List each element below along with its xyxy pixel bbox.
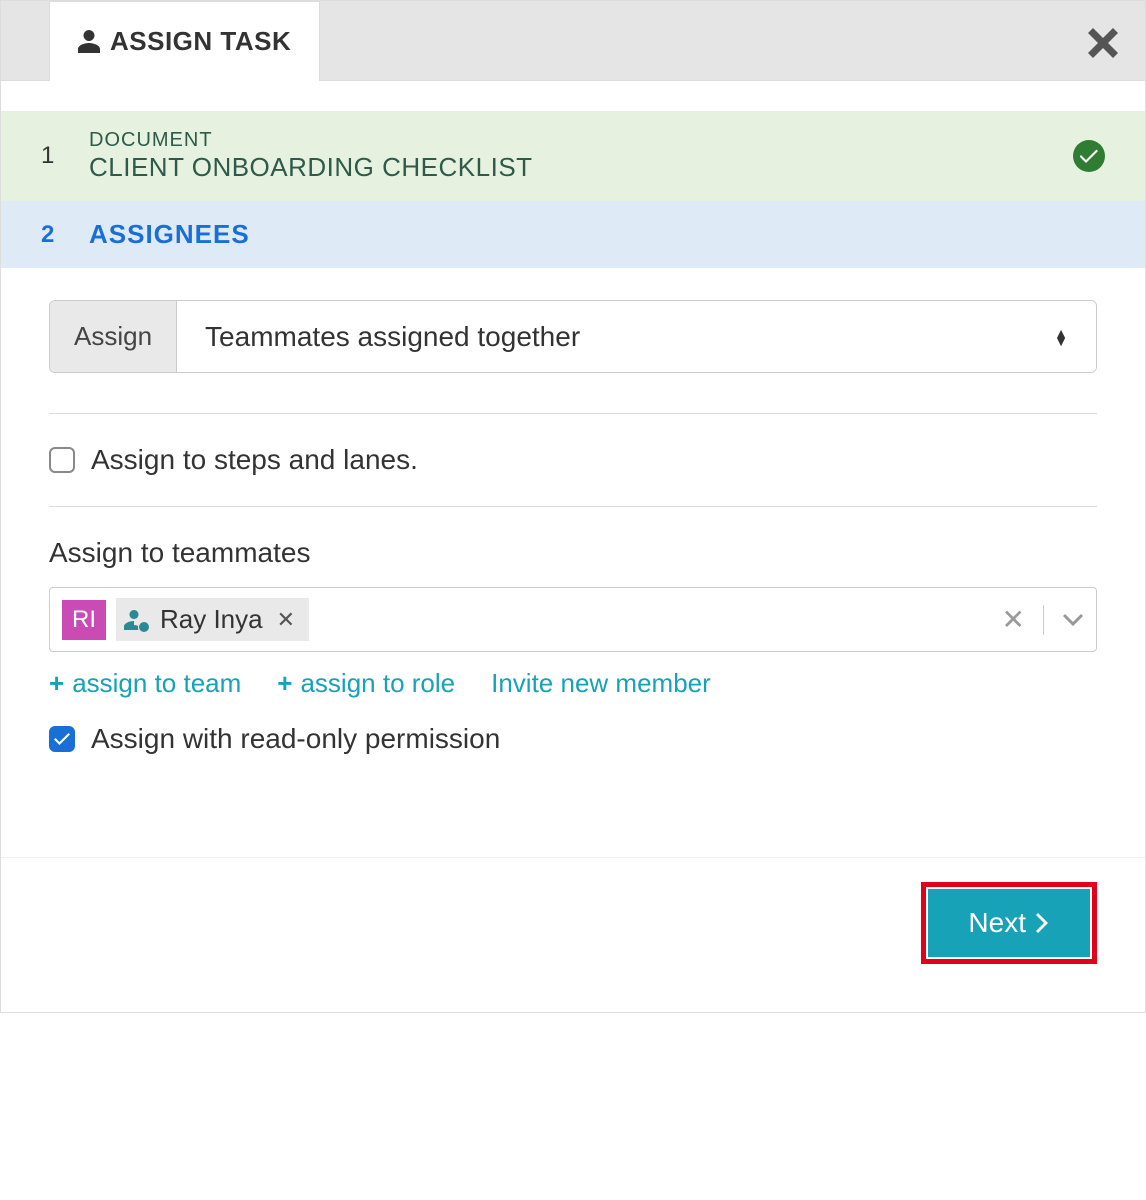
assign-teammates-label: Assign to teammates (49, 537, 1097, 569)
teammate-initials-badge: RI (62, 600, 106, 640)
check-icon (54, 733, 70, 745)
tab-assign-task[interactable]: ASSIGN TASK (49, 1, 320, 81)
assign-task-modal: ASSIGN TASK 1 DOCUMENT CLIENT ONBOARDING… (0, 0, 1146, 1013)
separator (1043, 605, 1044, 635)
select-sort-icon: ▲▼ (1054, 329, 1068, 345)
step-body: DOCUMENT CLIENT ONBOARDING CHECKLIST (89, 129, 1045, 183)
assign-mode-select[interactable]: Teammates assigned together ▲▼ (177, 301, 1096, 372)
spacer (1, 81, 1145, 111)
modal-content: Assign Teammates assigned together ▲▼ As… (1, 268, 1145, 817)
tag-input-controls: ✕ (1002, 603, 1084, 636)
teammate-chip: Ray Inya ✕ (116, 598, 309, 641)
assign-mode-row: Assign Teammates assigned together ▲▼ (49, 300, 1097, 373)
chevron-down-icon (1062, 613, 1084, 627)
modal-footer: Next (1, 857, 1145, 1012)
step-body: ASSIGNEES (89, 219, 1105, 250)
assign-label: Assign (50, 301, 177, 372)
step-complete-badge (1073, 140, 1105, 172)
chip-remove-button[interactable]: ✕ (277, 607, 295, 633)
assign-steps-lanes-row: Assign to steps and lanes. (49, 444, 1097, 476)
step-assignees[interactable]: 2 ASSIGNEES (1, 201, 1145, 268)
person-icon (78, 29, 100, 53)
step-document[interactable]: 1 DOCUMENT CLIENT ONBOARDING CHECKLIST (1, 111, 1145, 201)
step-title: ASSIGNEES (89, 219, 1105, 250)
user-status-icon (124, 608, 150, 632)
assign-to-role-link[interactable]: + assign to role (277, 668, 455, 699)
close-button[interactable] (1085, 23, 1121, 59)
step-number: 1 (41, 142, 61, 170)
step-title: CLIENT ONBOARDING CHECKLIST (89, 152, 1045, 183)
assign-steps-lanes-checkbox[interactable] (49, 447, 75, 473)
link-label: Invite new member (491, 668, 711, 699)
step-label: DOCUMENT (89, 129, 1045, 152)
link-label: assign to team (72, 668, 241, 699)
tab-title: ASSIGN TASK (110, 26, 291, 57)
assign-to-team-link[interactable]: + assign to team (49, 668, 241, 699)
modal-tabbar: ASSIGN TASK (1, 1, 1145, 81)
link-label: assign to role (300, 668, 455, 699)
teammates-input[interactable]: RI Ray Inya ✕ ✕ (49, 587, 1097, 652)
teammate-chip-name: Ray Inya (160, 604, 263, 635)
plus-icon: + (49, 668, 64, 699)
plus-icon: + (277, 668, 292, 699)
step-number: 2 (41, 221, 61, 249)
clear-all-button[interactable]: ✕ (1002, 603, 1025, 636)
chevron-right-icon (1036, 913, 1050, 933)
invite-new-member-link[interactable]: Invite new member (491, 668, 711, 699)
assign-selected-value: Teammates assigned together (205, 321, 580, 353)
assign-steps-lanes-label: Assign to steps and lanes. (91, 444, 418, 476)
divider (49, 506, 1097, 507)
readonly-permission-label: Assign with read-only permission (91, 723, 500, 755)
readonly-permission-row: Assign with read-only permission (49, 723, 1097, 755)
divider (49, 413, 1097, 414)
dropdown-toggle[interactable] (1062, 613, 1084, 627)
close-icon (1085, 23, 1121, 59)
next-button-highlight: Next (921, 882, 1097, 964)
check-icon (1080, 149, 1098, 163)
next-button[interactable]: Next (928, 889, 1090, 957)
readonly-permission-checkbox[interactable] (49, 726, 75, 752)
assign-links-row: + assign to team + assign to role Invite… (49, 668, 1097, 699)
next-button-label: Next (968, 907, 1026, 939)
